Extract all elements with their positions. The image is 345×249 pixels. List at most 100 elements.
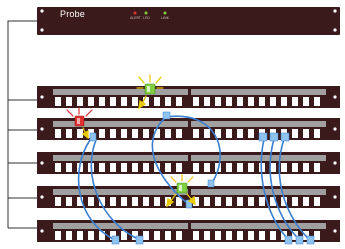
port [204,129,210,138]
port [314,231,320,240]
port [121,163,127,172]
port [154,197,160,206]
port [314,197,320,206]
port [176,97,182,106]
port [66,197,72,206]
port [99,163,105,172]
port [110,197,116,206]
port [66,163,72,172]
link-led [163,11,167,15]
port [314,129,320,138]
port [165,231,171,240]
port [204,163,210,172]
port-label-strip [53,89,188,95]
port [132,97,138,106]
port [66,129,72,138]
port [270,97,276,106]
port [132,163,138,172]
connector [111,235,120,245]
patch-panel [37,220,340,242]
port [165,97,171,106]
port [55,129,61,138]
link-led-label: LINK [161,16,169,20]
connector [269,132,279,142]
port-label-strip [191,121,326,127]
alert-rays [66,107,93,117]
port [154,97,160,106]
port [143,197,149,206]
port [237,129,243,138]
port [88,197,94,206]
connector [258,132,268,142]
port-label-strip [191,189,326,195]
port [66,231,72,240]
port [303,129,309,138]
port [204,231,210,240]
connector [280,132,290,142]
port [248,231,254,240]
port [193,231,199,240]
connector [135,235,144,245]
port [314,163,320,172]
alert-led-label: ALERT [130,16,141,20]
port [226,97,232,106]
port [303,197,309,206]
port [165,129,171,138]
port [121,197,127,206]
port [55,231,61,240]
status-led [144,11,148,15]
port [165,163,171,172]
port-label-strip [53,155,188,161]
port [55,97,61,106]
port [204,197,210,206]
port [237,97,243,106]
alert-led [133,11,137,15]
port [132,197,138,206]
port-label-strip [191,155,326,161]
port [143,163,149,172]
port [88,97,94,106]
port [66,97,72,106]
port [292,129,298,138]
port [215,197,221,206]
patch-panel-diagram [7,7,340,245]
port [248,163,254,172]
connector [295,235,304,245]
connector [89,132,97,142]
port-label-strip [191,223,326,229]
port [132,129,138,138]
port [143,231,149,240]
port [248,197,254,206]
connector [306,235,315,245]
port [99,97,105,106]
port [215,97,221,106]
port [154,231,160,240]
port [237,197,243,206]
port [110,97,116,106]
port [176,163,182,172]
port [303,163,309,172]
port [77,231,83,240]
patch-panel [37,86,340,108]
port [143,129,149,138]
port [176,231,182,240]
port [99,129,105,138]
port [237,163,243,172]
port [281,97,287,106]
port [314,97,320,106]
port [292,97,298,106]
port [248,129,254,138]
port [193,97,199,106]
port [259,231,265,240]
port [88,231,94,240]
port [237,231,243,240]
port [226,231,232,240]
port [110,129,116,138]
probe-title: Probe [60,9,86,19]
port [204,97,210,106]
connector [162,111,171,120]
port-label-strip [191,89,326,95]
port [270,231,276,240]
port [77,129,83,138]
port [226,163,232,172]
